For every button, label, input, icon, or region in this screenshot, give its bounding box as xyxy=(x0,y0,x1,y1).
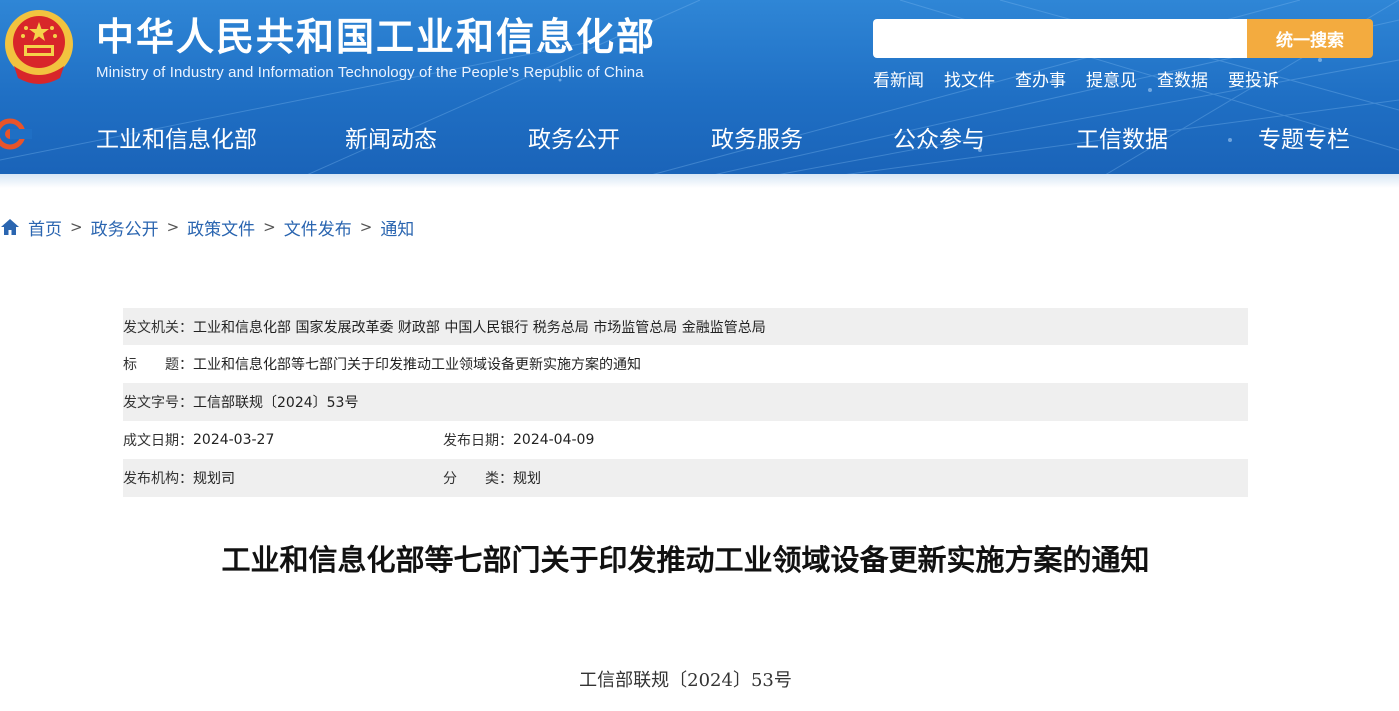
site-header: 中华人民共和国工业和信息化部 Ministry of Industry and … xyxy=(0,0,1399,178)
publish-date-label: 发布日期： xyxy=(443,433,513,449)
quick-link-news[interactable]: 看新闻 xyxy=(873,66,924,91)
home-icon[interactable] xyxy=(0,217,20,237)
doc-no-value: 工信部联规〔2024〕53号 xyxy=(193,395,359,411)
nav-item-special-topics[interactable]: 专题专栏 xyxy=(1258,120,1350,154)
quick-link-complaint[interactable]: 要投诉 xyxy=(1228,66,1279,91)
breadcrumb-separator: > xyxy=(166,218,180,236)
publisher-value: 规划司 xyxy=(193,471,235,487)
main-nav: 工业和信息化部 新闻动态 政务公开 政务服务 公众参与 工信数据 专题专栏 xyxy=(0,112,1399,158)
nav-item-news[interactable]: 新闻动态 xyxy=(345,120,437,154)
category-value: 规划 xyxy=(513,471,541,487)
title-value: 工业和信息化部等七部门关于印发推动工业领域设备更新实施方案的通知 xyxy=(193,357,641,373)
issuer-label: 发文机关： xyxy=(123,319,193,336)
quick-link-files[interactable]: 找文件 xyxy=(944,66,995,91)
info-row-publisher: 发布机构： 规划司 分 类： 规划 xyxy=(123,459,1248,497)
doc-no-label: 发文字号： xyxy=(123,395,193,411)
nav-item-gov-services[interactable]: 政务服务 xyxy=(711,120,803,154)
publisher-label: 发布机构： xyxy=(123,471,193,487)
site-title: 中华人民共和国工业和信息化部 xyxy=(96,15,657,59)
breadcrumb-notice[interactable]: 通知 xyxy=(380,215,414,240)
search-input[interactable] xyxy=(873,19,1247,58)
info-row-doc-no: 发文字号： 工信部联规〔2024〕53号 xyxy=(123,383,1248,421)
info-row-dates: 成文日期： 2024-03-27 发布日期： 2024-04-09 xyxy=(123,421,1248,459)
national-emblem-icon xyxy=(5,10,73,84)
breadcrumb-policy-docs[interactable]: 政策文件 xyxy=(187,215,255,240)
article-title: 工业和信息化部等七部门关于印发推动工业领域设备更新实施方案的通知 xyxy=(221,543,1150,577)
category-label: 分 类： xyxy=(443,471,513,487)
breadcrumb-home[interactable]: 首页 xyxy=(28,215,62,240)
site-subtitle: Ministry of Industry and Information Tec… xyxy=(96,64,644,81)
breadcrumb-doc-release[interactable]: 文件发布 xyxy=(284,215,352,240)
unified-search-button[interactable]: 统一搜索 xyxy=(1247,19,1373,58)
breadcrumb-gov-affairs[interactable]: 政务公开 xyxy=(91,215,159,240)
nav-item-public-participation[interactable]: 公众参与 xyxy=(893,120,985,154)
written-date-value: 2024-03-27 xyxy=(193,432,275,448)
written-date-label: 成文日期： xyxy=(123,433,193,449)
breadcrumb-separator: > xyxy=(359,218,373,236)
title-label: 标 题： xyxy=(123,357,193,373)
info-row-issuer: 发文机关： 工业和信息化部 国家发展改革委 财政部 中国人民银行 税务总局 市场… xyxy=(123,308,1248,345)
quick-link-services[interactable]: 查办事 xyxy=(1015,66,1066,91)
publish-date-value: 2024-04-09 xyxy=(513,432,595,448)
nav-item-miit-data[interactable]: 工信数据 xyxy=(1076,120,1168,154)
issuer-value: 工业和信息化部 国家发展改革委 财政部 中国人民银行 税务总局 市场监管总局 金… xyxy=(193,319,766,336)
breadcrumb-separator: > xyxy=(70,218,83,236)
article-doc-number: 工信部联规〔2024〕53号 xyxy=(579,670,792,691)
nav-item-gov-affairs[interactable]: 政务公开 xyxy=(528,120,620,154)
quick-links: 看新闻 找文件 查办事 提意见 查数据 要投诉 xyxy=(873,66,1279,91)
breadcrumb-separator: > xyxy=(263,218,276,236)
quick-link-data[interactable]: 查数据 xyxy=(1157,66,1208,91)
document-info-table: 发文机关： 工业和信息化部 国家发展改革委 财政部 中国人民银行 税务总局 市场… xyxy=(123,308,1248,497)
breadcrumb: 首页 > 政务公开 > 政策文件 > 文件发布 > 通知 xyxy=(0,214,414,240)
nav-item-miit[interactable]: 工业和信息化部 xyxy=(96,120,257,154)
info-row-title: 标 题： 工业和信息化部等七部门关于印发推动工业领域设备更新实施方案的通知 xyxy=(123,345,1248,383)
quick-link-feedback[interactable]: 提意见 xyxy=(1086,66,1137,91)
header-shadow xyxy=(0,174,1399,188)
